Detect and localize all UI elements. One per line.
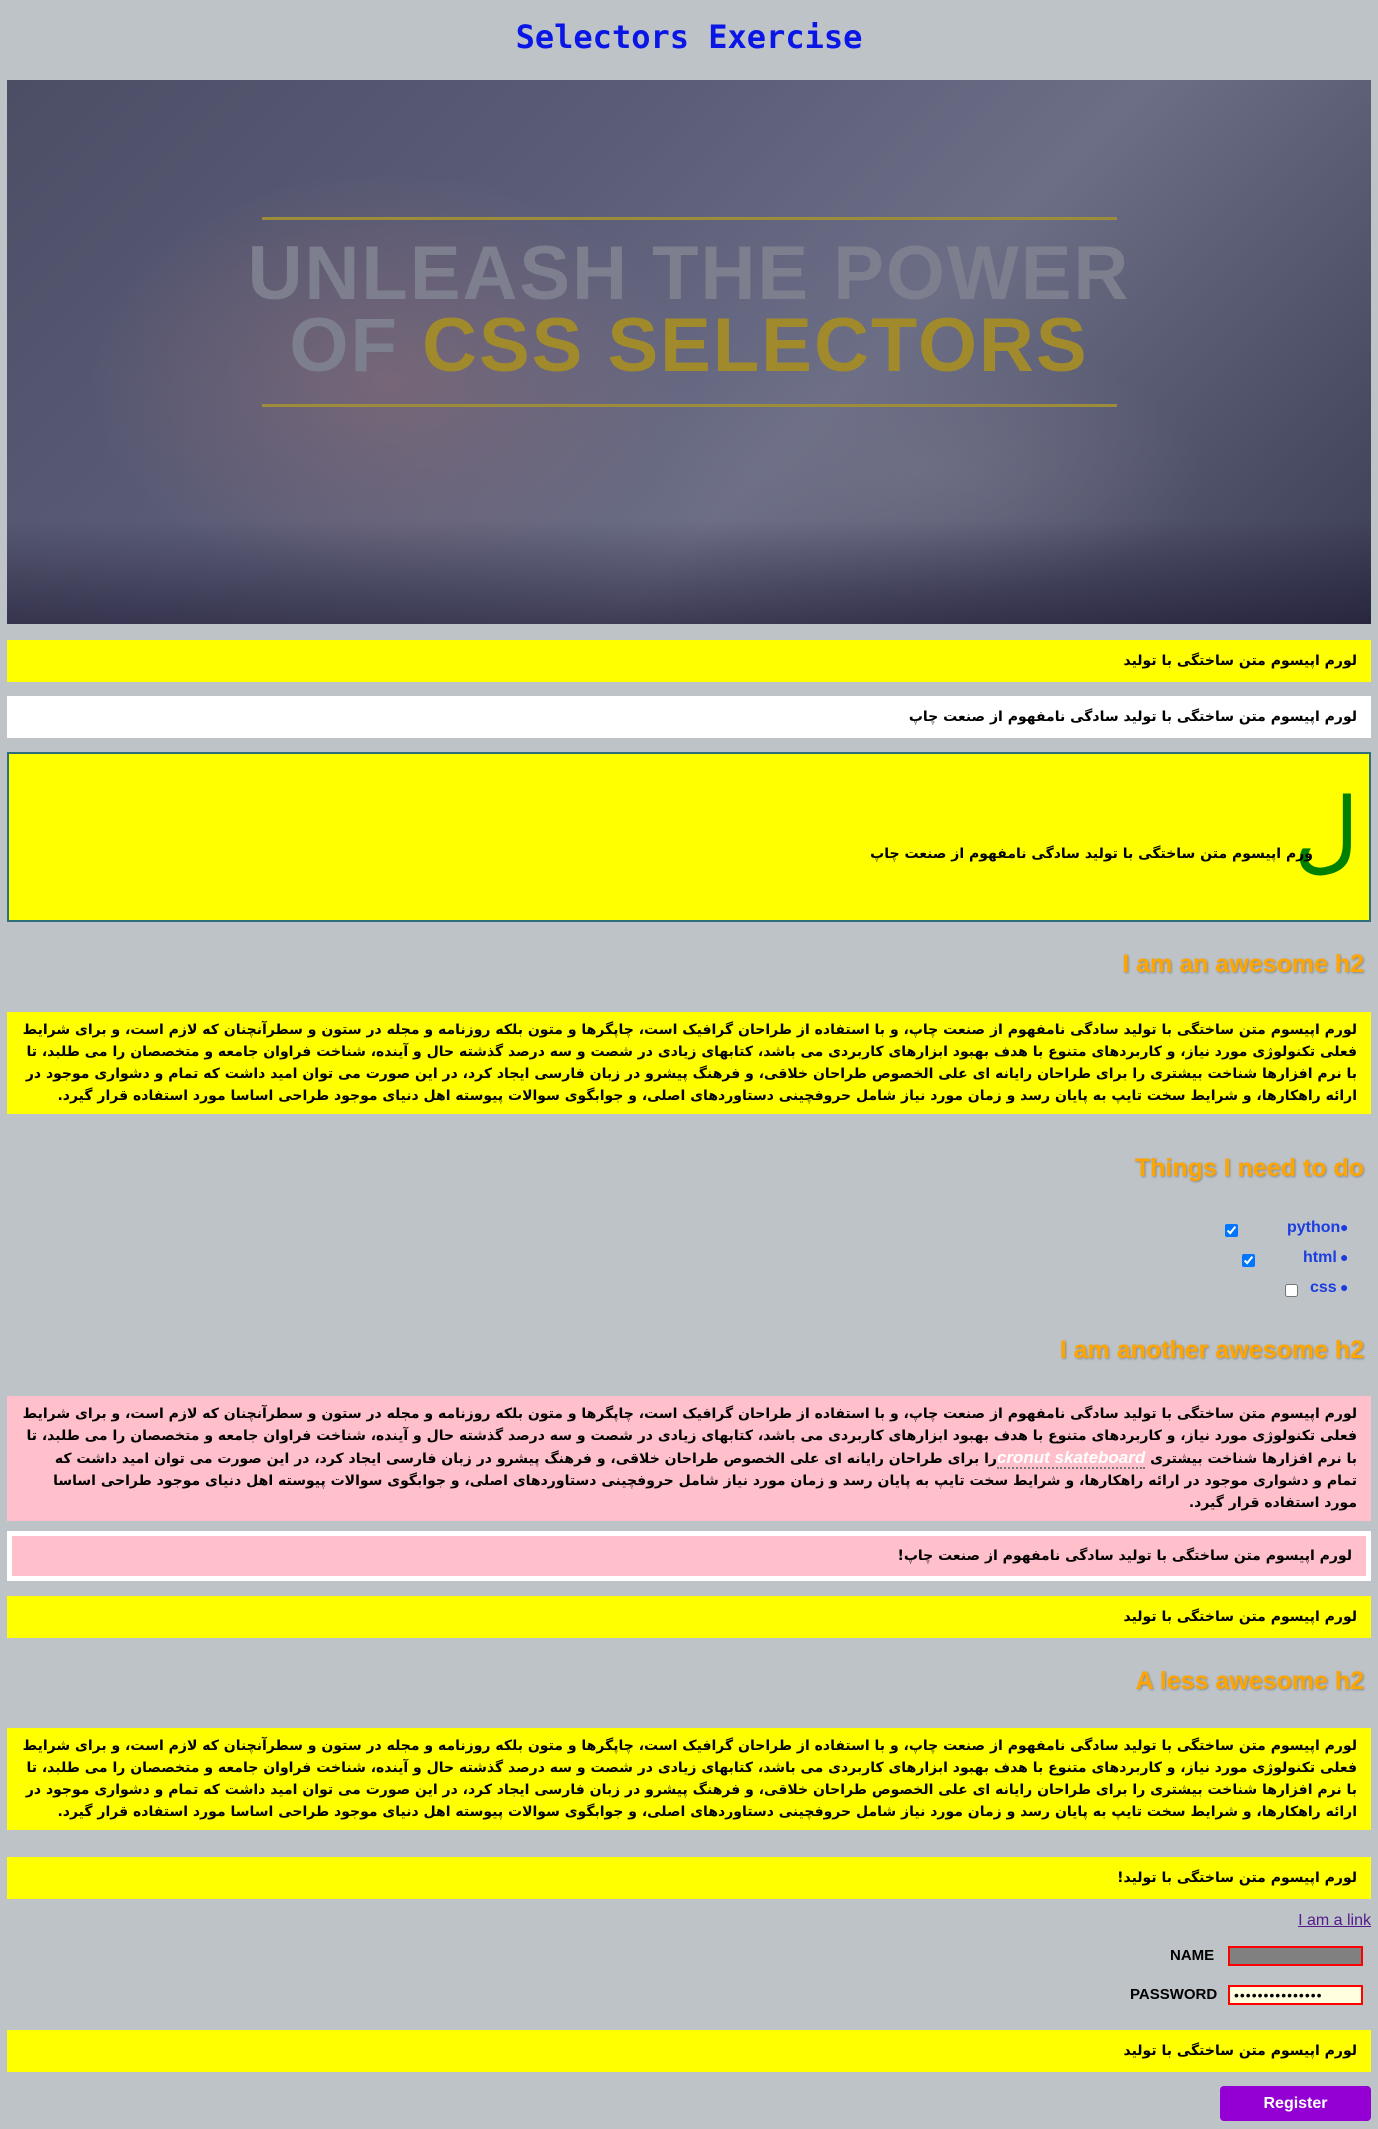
todo-checkbox-python[interactable] (1225, 1224, 1238, 1237)
heading-less-awesome-h2: A less awesome h2 (1135, 1667, 1364, 1695)
hero-line2-prefix: OF (289, 303, 423, 388)
password-input[interactable] (1228, 1985, 1363, 2005)
bullet-icon: ● (1340, 1279, 1349, 1295)
paragraph-yellow-1: لورم اپیسوم متن ساختگی با تولید (7, 640, 1371, 682)
todo-item-css: ● css (0, 1279, 1378, 1303)
paragraph-yellow-3: لورم اپیسوم متن ساختگی با تولید! (7, 1857, 1371, 1899)
paragraph-yellow-2: لورم اپیسوم متن ساختگی با تولید (7, 1596, 1371, 1638)
drop-cap-paragraph: ل ورم اپیسوم متن ساختگی با تولید سادگی ن… (7, 752, 1371, 922)
framed-paragraph: لورم اپیسوم متن ساختگی با تولید سادگی نا… (7, 1531, 1371, 1581)
long-paragraph-1: لورم اپیسوم متن ساختگی با تولید سادگی نا… (7, 1012, 1371, 1114)
name-input[interactable] (1228, 1946, 1363, 1966)
register-button[interactable]: Register (1220, 2086, 1371, 2121)
page-title: Selectors Exercise (515, 18, 863, 56)
long-paragraph-3: لورم اپیسوم متن ساختگی با تولید سادگی نا… (7, 1728, 1371, 1830)
i-am-a-link[interactable]: I am a link (1298, 1912, 1371, 1930)
hero-bottom-rule (262, 404, 1117, 407)
hero-line2-accent: CSS SELECTORS (422, 303, 1089, 388)
hero-headline-line2: OF CSS SELECTORS (7, 302, 1371, 389)
todo-label: python (1287, 1219, 1341, 1236)
drop-cap-letter: ل (1293, 779, 1359, 884)
hero-banner-image: UNLEASH THE POWER OF CSS SELECTORS (7, 80, 1371, 624)
todo-item-python: ● python (0, 1219, 1378, 1243)
todo-label: html (1303, 1249, 1337, 1266)
heading-todo: Things I need to do (1134, 1154, 1364, 1182)
paragraph-white: لورم اپیسوم متن ساختگی با تولید سادگی نا… (7, 696, 1371, 738)
cronut-skateboard-text: cronut skateboard (996, 1448, 1146, 1469)
hero-top-rule (262, 217, 1117, 220)
name-label: NAME (1170, 1947, 1215, 1964)
heading-awesome-h2: I am an awesome h2 (1122, 950, 1364, 978)
password-label: PASSWORD (1130, 1986, 1218, 2003)
paragraph-yellow-4: لورم اپیسوم متن ساختگی با تولید (7, 2030, 1371, 2072)
todo-checkbox-css[interactable] (1285, 1284, 1298, 1297)
heading-another-awesome-h2: I am another awesome h2 (1059, 1336, 1364, 1364)
bullet-icon: ● (1340, 1219, 1349, 1235)
todo-checkbox-html[interactable] (1242, 1254, 1255, 1267)
todo-item-html: ● html (0, 1249, 1378, 1273)
bullet-icon: ● (1340, 1249, 1349, 1265)
drop-cap-text: ورم اپیسوم متن ساختگی با تولید سادگی نام… (870, 846, 1313, 862)
long-paragraph-2: لورم اپیسوم متن ساختگی با تولید سادگی نا… (7, 1396, 1371, 1521)
todo-label: css (1310, 1279, 1337, 1296)
